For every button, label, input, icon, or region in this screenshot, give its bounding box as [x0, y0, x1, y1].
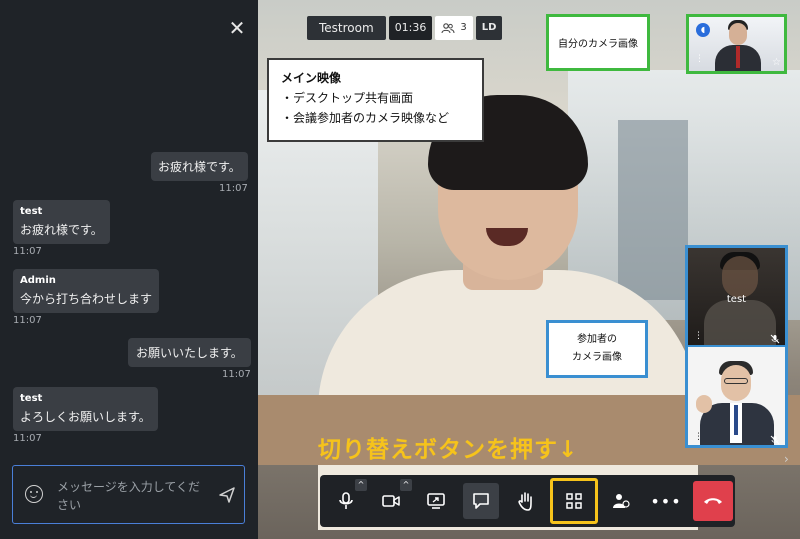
chevron-right-icon[interactable]: ›: [784, 452, 789, 466]
chat-panel: ✕ お疲れ様です。 11:07 test お疲れ様です。 11:07 Admin…: [0, 0, 258, 539]
raise-hand-icon: [518, 492, 532, 511]
chat-message-other: test よろしくお願いします。 11:07: [13, 387, 158, 444]
meeting-toolbar: ^ ^ •••: [320, 475, 735, 527]
thumbnail-menu-icon[interactable]: ⋮: [694, 433, 703, 442]
message-input-placeholder: メッセージを入力してください: [57, 480, 201, 512]
annotation-line: ・デスクトップ共有画面: [281, 91, 414, 105]
annotation-line: カメラ画像: [572, 352, 622, 363]
switch-instruction: 切り替えボタンを押す↓: [318, 437, 579, 463]
chat-message-own: お疲れ様です。 11:07: [151, 152, 248, 194]
mic-muted-icon: [770, 435, 780, 445]
chevron-up-icon[interactable]: ^: [355, 479, 367, 491]
camera-icon: [382, 495, 400, 507]
meeting-info-bar: Testroom 01:36 3 LD: [307, 16, 503, 40]
chat-message-other: test お疲れ様です。 11:07: [13, 200, 110, 257]
participant-video-thumbnail[interactable]: ⋮: [685, 345, 788, 448]
microphone-icon: [339, 492, 353, 509]
main-video-annotation: メイン映像 ・デスクトップ共有画面 ・会議参加者のカメラ映像など: [267, 58, 484, 142]
participants-icon: [613, 494, 630, 508]
message-input[interactable]: メッセージを入力してください: [12, 465, 245, 524]
raise-hand-button[interactable]: [508, 483, 544, 519]
participants-icon: [441, 22, 455, 33]
message-sender: Admin: [20, 275, 56, 286]
message-time: 11:07: [221, 369, 251, 380]
chat-button[interactable]: [463, 483, 499, 519]
close-chat-icon[interactable]: ✕: [227, 18, 247, 38]
screen-share-icon: [427, 493, 445, 509]
audio-level-icon: ◖: [696, 23, 710, 37]
thumbnail-menu-icon[interactable]: ⋮: [695, 55, 704, 64]
video-quality-button[interactable]: LD: [475, 16, 503, 40]
self-video-thumbnail[interactable]: ◖ ⋮ ☆: [686, 14, 787, 74]
participants-button[interactable]: [603, 483, 639, 519]
participant-name: test: [726, 294, 747, 305]
participant-video-thumbnail[interactable]: test ⋮: [685, 245, 788, 345]
more-icon: •••: [650, 491, 682, 511]
hangup-button[interactable]: [693, 481, 733, 521]
self-camera-annotation: 自分のカメラ画像: [546, 14, 650, 71]
hangup-icon: [704, 498, 722, 504]
participant-count: 3: [460, 22, 467, 33]
tile-view-button[interactable]: [550, 478, 598, 524]
message-sender: test: [20, 206, 43, 217]
thumbnail-menu-icon[interactable]: ⋮: [694, 332, 703, 341]
message-time: 11:07: [218, 183, 248, 194]
send-icon[interactable]: [218, 486, 236, 504]
message-text: お疲れ様です。: [20, 223, 103, 237]
mic-muted-icon: [770, 334, 780, 344]
star-icon[interactable]: ☆: [772, 57, 781, 68]
message-sender: test: [20, 393, 43, 404]
chat-icon: [473, 493, 489, 509]
message-text: お願いいたします。: [128, 338, 251, 367]
participant-camera-annotation: 参加者の カメラ画像: [546, 320, 648, 378]
message-text: よろしくお願いします。: [20, 410, 151, 424]
message-text: 今から打ち合わせします: [20, 292, 153, 306]
message-time: 11:07: [13, 315, 42, 326]
elapsed-time: 01:36: [388, 16, 433, 40]
annotation-title: メイン映像: [281, 71, 342, 85]
annotation-line: 参加者の: [577, 334, 617, 345]
chevron-up-icon[interactable]: ^: [400, 479, 412, 491]
annotation-line: ・会議参加者のカメラ映像など: [281, 111, 450, 125]
chat-message-other: Admin 今から打ち合わせします 11:07: [13, 269, 160, 326]
participant-count-badge[interactable]: 3: [435, 16, 473, 40]
room-name: Testroom: [307, 16, 386, 40]
tile-view-icon: [566, 493, 582, 509]
message-time: 11:07: [13, 246, 42, 257]
more-button[interactable]: •••: [648, 483, 684, 519]
emoji-icon[interactable]: [25, 485, 43, 503]
screen-share-button[interactable]: [418, 483, 454, 519]
chat-message-own: お願いいたします。 11:07: [128, 338, 251, 380]
message-text: お疲れ様です。: [151, 152, 248, 181]
message-time: 11:07: [13, 433, 42, 444]
